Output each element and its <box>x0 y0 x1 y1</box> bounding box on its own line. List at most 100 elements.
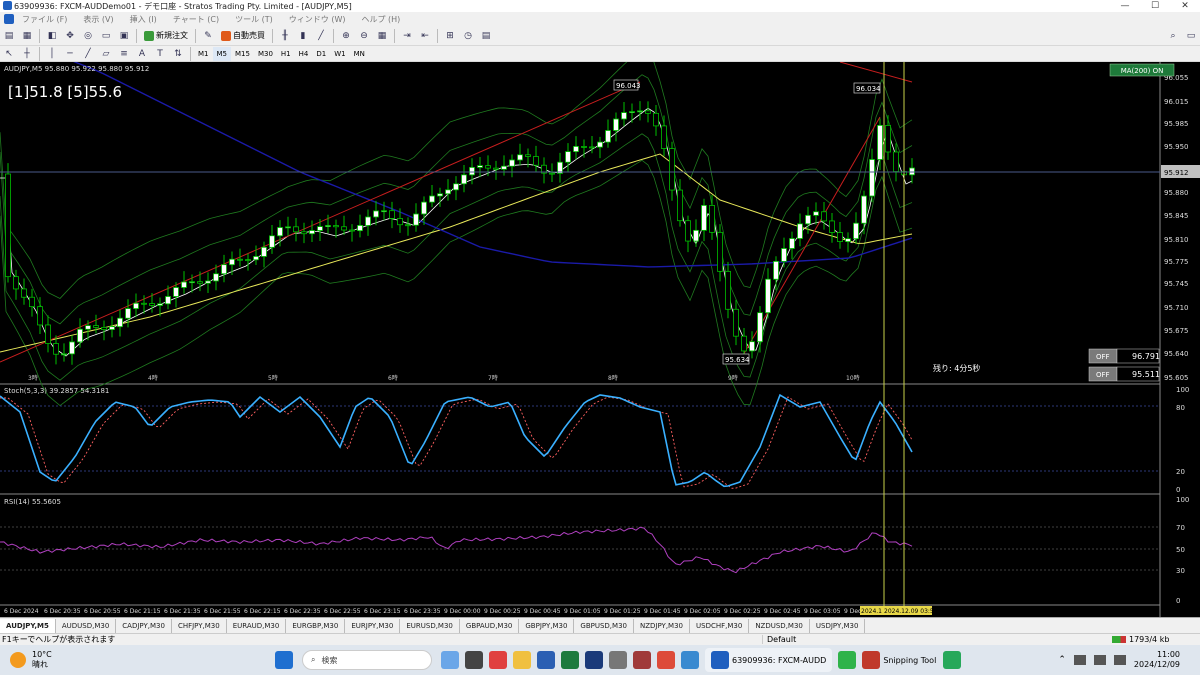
app-icon[interactable] <box>489 651 507 669</box>
menu-tools[interactable]: ツール (T) <box>227 14 281 25</box>
indicators-icon[interactable]: ⊞ <box>442 29 458 43</box>
system-clock[interactable]: 11:00 2024/12/09 <box>1134 650 1180 670</box>
zoom-out-icon[interactable]: ⊖ <box>356 29 372 43</box>
fibonacci-icon[interactable]: ≡ <box>116 47 132 61</box>
chart-tab[interactable]: GBPUSD,M30 <box>574 618 634 633</box>
auto-trade-button[interactable]: 自動売買 <box>217 29 269 43</box>
chart-tab[interactable]: EURGBP,M30 <box>286 618 346 633</box>
chart-tab[interactable]: GBPAUD,M30 <box>460 618 520 633</box>
chart-canvas[interactable]: 95.912 96.055 96.015 95.985 95.950 95.88… <box>0 62 1200 617</box>
chart-tab[interactable]: CADJPY,M30 <box>116 618 172 633</box>
new-order-button[interactable]: 新規注文 <box>140 29 192 43</box>
chart-tab[interactable]: NZDJPY,M30 <box>634 618 690 633</box>
taskbar-search[interactable]: ⌕ 検索 <box>302 650 432 670</box>
taskbar-metatrader-app[interactable]: 63909936: FXCM-AUDD <box>705 648 833 672</box>
excel-icon[interactable] <box>561 651 579 669</box>
candle-body <box>837 232 843 243</box>
menu-help[interactable]: ヘルプ (H) <box>353 14 408 25</box>
chart-window[interactable]: 95.912 96.055 96.015 95.985 95.950 95.88… <box>0 62 1200 617</box>
ma-toggle-button[interactable]: MA(200) ON <box>1109 63 1175 77</box>
timeframe-mn[interactable]: MN <box>350 47 369 61</box>
chart-tab[interactable]: EURJPY,M30 <box>345 618 401 633</box>
candlestick-icon[interactable]: ▮ <box>295 29 311 43</box>
chart-tab[interactable]: NZDUSD,M30 <box>749 618 810 633</box>
periods-icon[interactable]: ◷ <box>460 29 476 43</box>
off-toggle-upper[interactable]: OFF 96.791 <box>1088 348 1160 364</box>
app-icon[interactable] <box>633 651 651 669</box>
terminal-icon[interactable]: ▭ <box>98 29 114 43</box>
trading-app-icon[interactable] <box>585 651 603 669</box>
volume-icon[interactable] <box>1093 655 1106 665</box>
navigator-icon[interactable]: ◎ <box>80 29 96 43</box>
time-label: 6 Dec 21:55 <box>204 608 241 615</box>
word-icon[interactable] <box>537 651 555 669</box>
task-view-icon[interactable] <box>465 651 483 669</box>
snipping-tool-label[interactable]: Snipping Tool <box>883 656 936 665</box>
bar-chart-icon[interactable]: ╫ <box>277 29 293 43</box>
chart-tab[interactable]: USDJPY,M30 <box>810 618 866 633</box>
chart-tab[interactable]: EURUSD,M30 <box>400 618 460 633</box>
arrows-icon[interactable]: ⇅ <box>170 47 186 61</box>
menu-chart[interactable]: チャート (C) <box>165 14 227 25</box>
chart-shift-icon[interactable]: ⇤ <box>417 29 433 43</box>
autoscroll-icon[interactable]: ⇥ <box>399 29 415 43</box>
market-watch-icon[interactable]: ◧ <box>44 29 60 43</box>
chart-tab[interactable]: AUDJPY,M5 <box>0 618 56 633</box>
channel-icon[interactable]: ▱ <box>98 47 114 61</box>
network-icon[interactable] <box>1073 655 1086 665</box>
edge-icon[interactable] <box>681 651 699 669</box>
templates-icon[interactable]: ▤ <box>478 29 494 43</box>
file-explorer-icon[interactable] <box>513 651 531 669</box>
chrome-icon[interactable] <box>657 651 675 669</box>
maximize-button[interactable]: ☐ <box>1140 0 1170 12</box>
timeframe-m15[interactable]: M15 <box>231 47 254 61</box>
snipping-tool-icon[interactable] <box>862 651 881 669</box>
chart-tab[interactable]: EURAUD,M30 <box>227 618 287 633</box>
weather-icon[interactable] <box>10 652 26 668</box>
close-button[interactable]: ✕ <box>1170 0 1200 12</box>
menu-view[interactable]: 表示 (V) <box>75 14 121 25</box>
weather-widget[interactable]: 10°C 晴れ <box>32 650 92 670</box>
vertical-line-icon[interactable]: │ <box>44 47 60 61</box>
minimize-button[interactable]: — <box>1110 0 1140 12</box>
text-label-icon[interactable]: T <box>152 47 168 61</box>
chart-tab[interactable]: USDCHF,M30 <box>690 618 750 633</box>
menu-window[interactable]: ウィンドウ (W) <box>281 14 354 25</box>
menu-insert[interactable]: 挿入 (I) <box>122 14 165 25</box>
crosshair-icon[interactable]: ┼ <box>19 47 35 61</box>
new-chart-icon[interactable]: ▤ <box>1 29 17 43</box>
timeframe-w1[interactable]: W1 <box>330 47 349 61</box>
drawing-toolbar: ↖ ┼ │ ─ ╱ ▱ ≡ A T ⇅ M1 M5 M15 M30 H1 H4 … <box>0 46 1200 62</box>
timeframe-d1[interactable]: D1 <box>312 47 330 61</box>
timeframe-m5[interactable]: M5 <box>212 46 231 61</box>
chart-tab[interactable]: AUDUSD,M30 <box>56 618 117 633</box>
meta-editor-icon[interactable]: ✎ <box>200 29 216 43</box>
chat-icon[interactable]: ▭ <box>1183 29 1199 43</box>
off-toggle-lower[interactable]: OFF 95.511 <box>1088 366 1160 382</box>
trendline-icon[interactable]: ╱ <box>80 47 96 61</box>
widgets-icon[interactable] <box>441 651 459 669</box>
timeframe-h1[interactable]: H1 <box>277 47 295 61</box>
tester-icon[interactable]: ▣ <box>116 29 132 43</box>
timeframe-m1[interactable]: M1 <box>194 47 213 61</box>
profiles-icon[interactable]: ▦ <box>19 29 35 43</box>
google-drive-icon[interactable] <box>943 651 962 669</box>
data-window-icon[interactable]: ✥ <box>62 29 78 43</box>
menu-file[interactable]: ファイル (F) <box>14 14 75 25</box>
search-icon[interactable]: ⌕ <box>1165 29 1181 43</box>
chart-tab[interactable]: GBPJPY,M30 <box>519 618 575 633</box>
timeframe-m30[interactable]: M30 <box>254 47 277 61</box>
line-app-icon[interactable] <box>838 651 857 669</box>
battery-icon[interactable] <box>1113 655 1126 665</box>
horizontal-line-icon[interactable]: ─ <box>62 47 78 61</box>
text-tool-icon[interactable]: A <box>134 47 150 61</box>
cursor-icon[interactable]: ↖ <box>1 47 17 61</box>
line-chart-icon[interactable]: ╱ <box>313 29 329 43</box>
settings-icon[interactable] <box>609 651 627 669</box>
tile-windows-icon[interactable]: ▦ <box>374 29 390 43</box>
zoom-in-icon[interactable]: ⊕ <box>338 29 354 43</box>
tray-overflow-icon[interactable]: ⌃ <box>1058 655 1066 665</box>
timeframe-h4[interactable]: H4 <box>295 47 313 61</box>
chart-tab[interactable]: CHFJPY,M30 <box>172 618 227 633</box>
windows-start-icon[interactable] <box>275 651 293 669</box>
